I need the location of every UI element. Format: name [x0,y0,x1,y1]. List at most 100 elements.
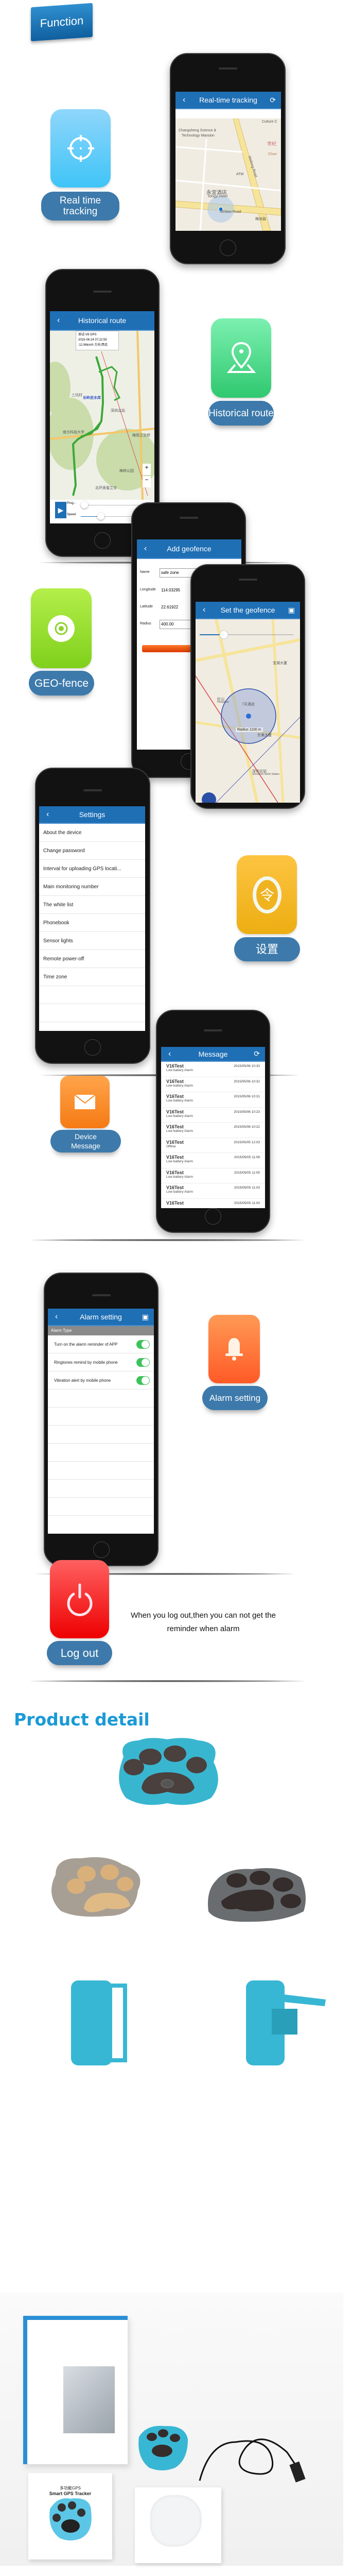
popup-line: 测试-V8 GPS [78,333,97,336]
settings-app-icon: 令 [237,855,297,934]
empty-row [39,1022,145,1031]
logout-label[interactable]: Log out [47,1641,112,1665]
settings-item[interactable]: The white list [39,896,145,914]
latitude-label: Latitude [140,605,153,608]
empty-row [48,1462,154,1480]
message-item[interactable]: V16Test Low battery Alarm 2015/05/06 10:33 [161,1062,265,1077]
map-label: ATM [236,173,244,176]
geofence-label: GEO-fence [29,671,94,696]
settings-list: About the device Change password Interval … [39,824,145,1031]
settings-item[interactable]: Time zone [39,968,145,986]
historical-route-app-icon [211,318,271,398]
function-heading: Function [31,3,93,42]
progress-label: Prog... [67,502,76,505]
geofence-map[interactable]: Radius 1100 m 深圳北站 Shenzhen North Statio… [196,619,300,803]
message-item[interactable]: V16Test Low battery Alarm 2015/05/06 10:31 [161,1092,265,1108]
empty-row [48,1389,154,1408]
message-item[interactable]: V16Test Low battery Alarm 2015/05/05 11:08 [161,1153,265,1168]
settings-item[interactable]: Sensor lights [39,932,145,950]
back-icon[interactable]: ‹ [168,1049,171,1059]
alarm-toggle[interactable] [136,1358,150,1367]
longitude-label: Longitude [140,588,156,591]
back-icon[interactable]: ‹ [46,810,49,819]
message-item[interactable]: V16Test Low battery Alarm 2015/05/06 10:32 [161,1077,265,1092]
label-line: Device [75,1132,97,1141]
message-status: Low battery Alarm [166,1083,193,1088]
settings-item[interactable]: Main monitoring number [39,878,145,896]
settings-item[interactable]: Remote power-off [39,950,145,968]
alarm-toggle[interactable] [136,1340,150,1349]
svg-text:令: 令 [259,887,274,904]
alarm-option: Turn on the alarm reminder of APP [48,1335,154,1353]
message-time: 2015/05/06 10:33 [234,1064,260,1068]
settings-item[interactable]: Phonebook [39,914,145,932]
back-icon[interactable]: ‹ [144,544,147,553]
phone-alarm: ‹ Alarm setting ▣ Alarm Type Turn on the a… [44,1273,159,1566]
empty-row [48,1444,154,1462]
message-status: Low battery Alarm [166,1069,193,1072]
note-line: When you log out,then you can not get th… [131,1611,276,1620]
target-icon [48,615,75,642]
refresh-icon[interactable]: ⟳ [270,96,276,105]
radius-readout: Radius 1100 m [236,727,263,732]
message-time: 2015/05/06 10:31 [234,1095,260,1098]
realtime-tracking-app-icon [50,109,111,188]
settings-label: 设置 [234,937,300,961]
map-label: 东美大厦 [257,734,272,737]
message-item[interactable]: V16Test Low battery Alarm 2015/05/05 11:03 [161,1183,265,1199]
empty-row [48,1516,154,1534]
divider [31,1680,304,1682]
back-icon[interactable]: ‹ [183,95,185,105]
zoom-in-button[interactable]: + [143,464,151,475]
play-button[interactable]: ▶ [55,502,66,518]
alarm-option: Ringtones remind by mobile phone [48,1353,154,1371]
user-manual: 多功能GPS Smart GPS Tracker [28,2473,112,2560]
message-time: 2015/05/05 11:03 [234,1186,260,1190]
settings-item[interactable]: About the device [39,824,145,842]
back-icon[interactable]: ‹ [57,316,60,325]
map-label: 世纪 [267,141,277,146]
foam-insert [135,2487,221,2563]
map-label: 宝湖大厦 [273,662,287,665]
alarm-type-section: Alarm Type [48,1326,154,1335]
history-map[interactable]: 测试-V8 GPS 2015-06-24 07:22:55 :12.96km/h… [50,331,154,500]
empty-row [39,1004,145,1022]
message-item[interactable]: V16Test Offline 2015/05/05 12:03 [161,1138,265,1153]
home-button [205,1208,221,1225]
settings-screen: ‹ Settings About the device Change passwor… [39,806,145,1031]
message-item[interactable]: V16Test Low battery Alarm 2015/05/06 10:23 [161,1108,265,1123]
save-icon[interactable]: ▣ [288,606,295,615]
realtime-map[interactable]: Changsheng Science & Technology Mansion … [175,118,281,231]
alarm-option-label: Vibration alert by mobile phone [54,1378,111,1383]
message-item[interactable]: V16Test Low battery Alarm 2015/05/06 10:22 [161,1123,265,1138]
message-status: Low battery Alarm [166,1160,193,1163]
logout-app-icon[interactable] [50,1560,109,1638]
message-item[interactable]: V16Test 2015/05/05 11:00 [161,1199,265,1209]
progress-thumb[interactable] [80,501,88,509]
settings-item[interactable]: Change password [39,842,145,860]
settings-icon: 令 [252,876,281,913]
realtime-tracking-label: Real time tracking [41,192,119,221]
usb-cable [199,2438,306,2483]
phone-realtime: ‹ Real-time tracking ⟳ Changsheng Scienc… [170,53,286,264]
message-item[interactable]: V16Test Low battery Alarm 2015/05/05 11:05 [161,1168,265,1183]
map-label: 梅观立交桥 [132,434,150,437]
zoom-out-button[interactable]: − [143,476,151,487]
label-line: Message [71,1142,100,1150]
speed-thumb[interactable] [97,513,104,520]
back-icon[interactable]: ‹ [55,1312,58,1321]
geofence-app-icon [31,588,92,668]
back-icon[interactable]: ‹ [203,605,205,615]
message-status: Offline [166,1144,176,1148]
popup-line: :12.96km/h 方向:西北 [78,344,108,347]
save-icon[interactable]: ▣ [142,1313,149,1321]
refresh-icon[interactable]: ⟳ [254,1049,260,1058]
map-label: Shenzhen North Station [252,773,280,776]
screen-title: Message [198,1049,228,1058]
manual-title: Smart GPS Tracker [49,2491,92,2496]
map-label: Culture C [262,120,277,124]
alarm-toggle[interactable] [136,1376,150,1385]
settings-item[interactable]: Interval for uploading GPS locati... [39,860,145,878]
power-icon [67,1583,92,1616]
package-contents-photo: 多功能GPS Smart GPS Tracker [0,2293,343,2566]
